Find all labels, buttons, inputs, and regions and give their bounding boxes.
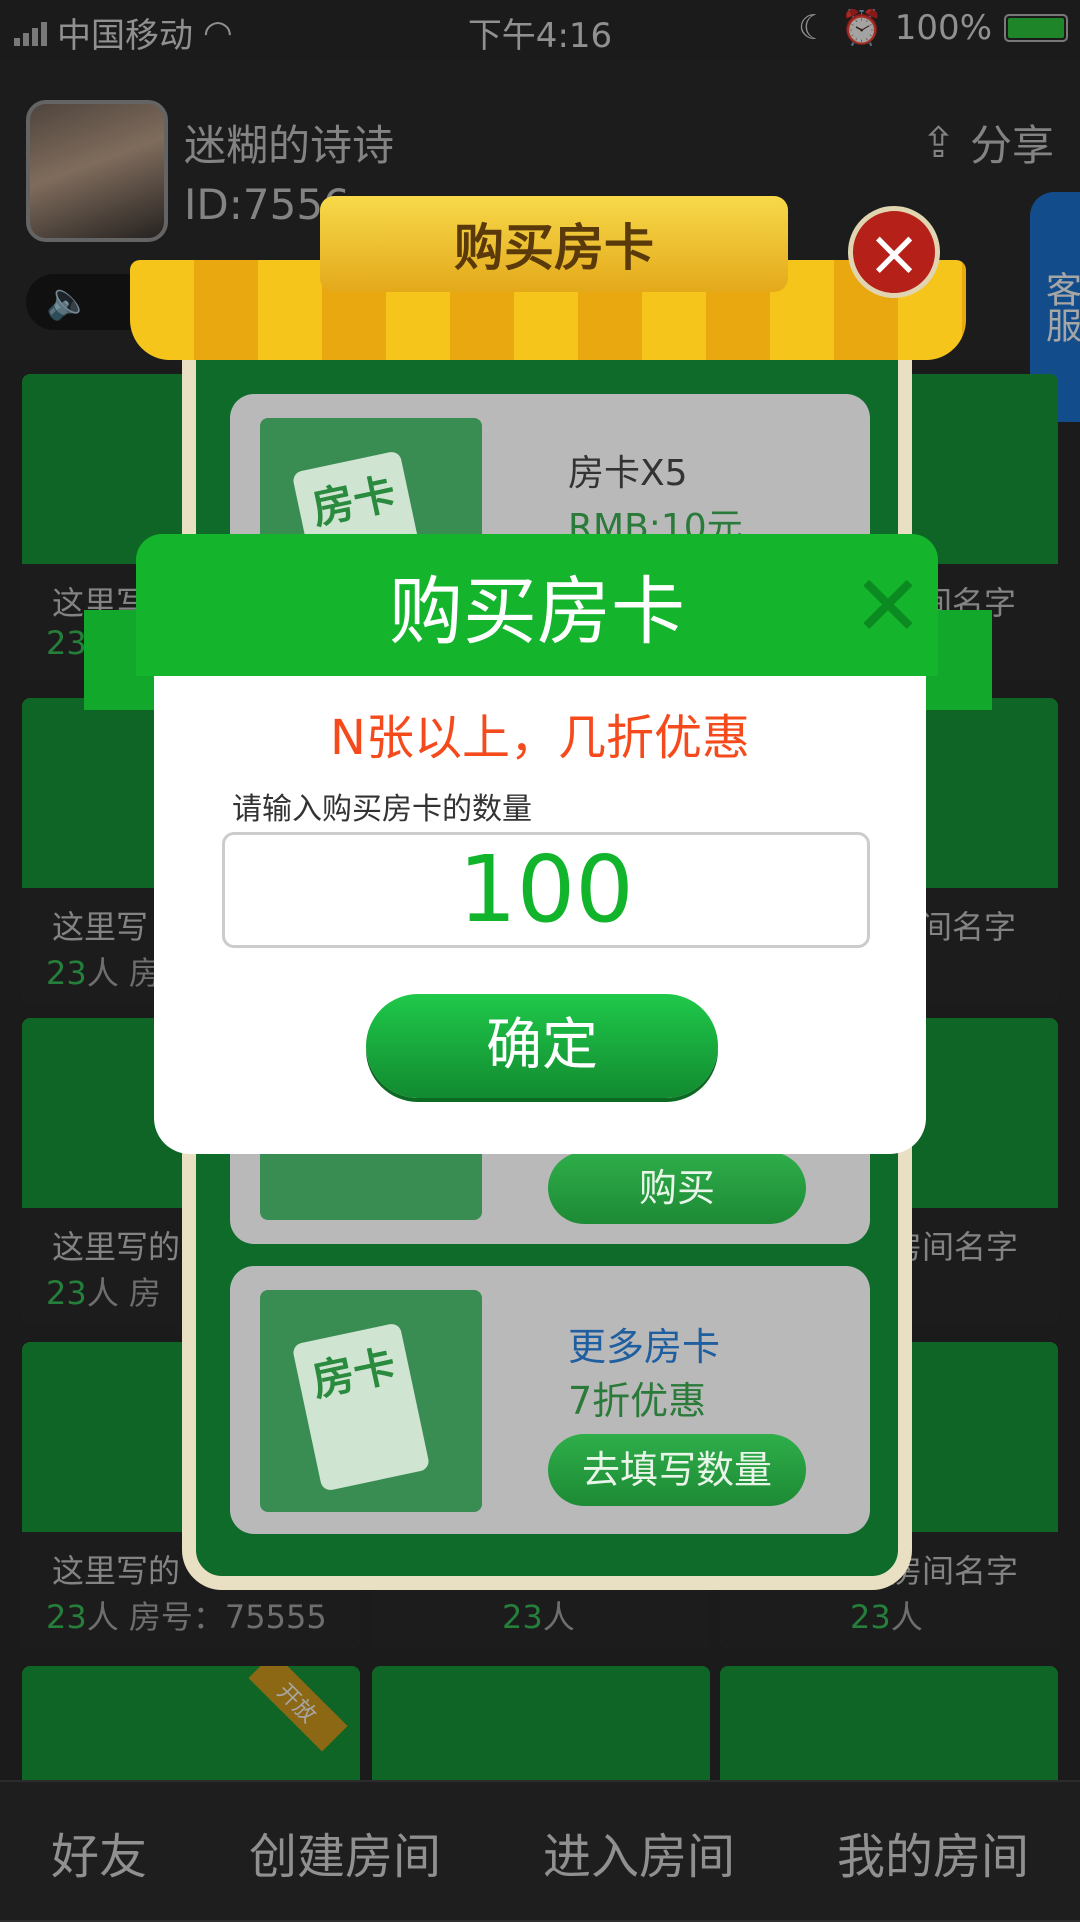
shop-title: 购买房卡 [320,196,788,292]
promo-text: N张以上，几折优惠 [330,710,750,766]
buy-button[interactable]: 购买 [548,1152,806,1224]
more-cards-label: 更多房卡 [568,1325,721,1369]
shop-item-name: 房卡X5 [568,453,688,494]
shop-close-button[interactable]: × [848,206,940,298]
fill-quantity-button[interactable]: 去填写数量 [548,1434,806,1506]
dialog-close-button[interactable]: ✕ [848,564,928,648]
shop-more-card: 房卡 更多房卡 7折优惠 去填写数量 [230,1266,870,1534]
confirm-button[interactable]: 确定 [366,994,718,1098]
quantity-label: 请输入购买房卡的数量 [232,792,532,827]
room-card-icon-text: 房卡 [291,1322,431,1492]
quantity-input[interactable]: 100 [222,832,870,948]
dialog-title: 购买房卡 [136,534,938,676]
room-card-image: 房卡 [260,1290,482,1512]
discount-label: 7折优惠 [568,1379,707,1423]
